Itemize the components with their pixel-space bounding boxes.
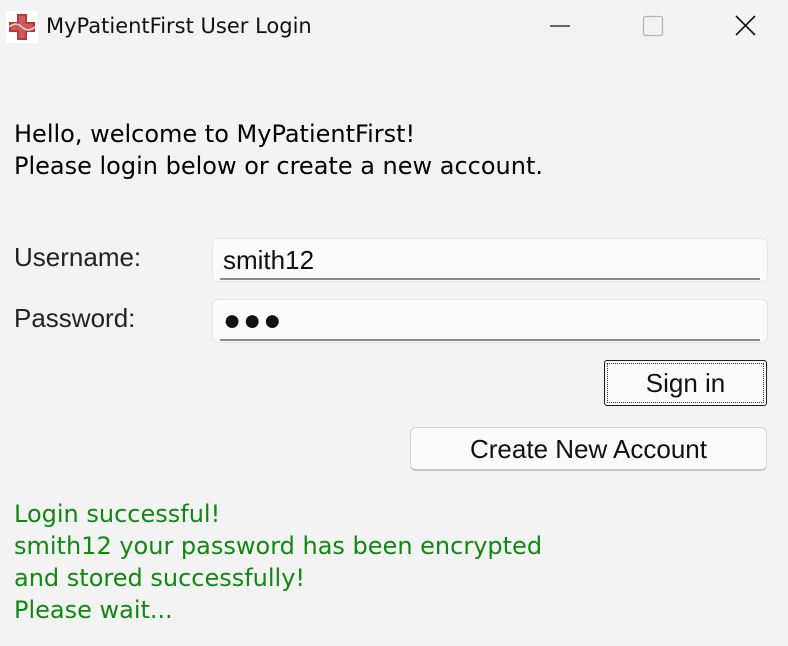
maximize-button[interactable] <box>624 0 682 52</box>
welcome-message: Hello, welcome to MyPatientFirst! Please… <box>14 118 543 182</box>
welcome-line-1: Hello, welcome to MyPatientFirst! <box>14 120 416 148</box>
username-field[interactable] <box>213 239 767 281</box>
status-line: Login successful! <box>14 500 221 528</box>
close-icon <box>735 15 756 36</box>
title-bar[interactable]: MyPatientFirst User Login <box>0 0 788 52</box>
password-label: Password: <box>14 303 136 333</box>
welcome-line-2: Please login below or create a new accou… <box>14 152 544 180</box>
window-title: MyPatientFirst User Login <box>46 14 312 38</box>
password-field[interactable] <box>213 300 767 342</box>
minimize-button[interactable] <box>530 0 588 52</box>
sign-in-button[interactable]: Sign in <box>604 360 767 406</box>
username-field-container[interactable] <box>212 238 768 282</box>
password-field-container[interactable] <box>212 299 768 343</box>
maximize-icon <box>642 15 664 37</box>
status-message: Login successful! smith12 your password … <box>14 498 542 626</box>
username-label: Username: <box>14 242 142 272</box>
medical-cross-icon <box>6 11 38 43</box>
close-button[interactable] <box>717 0 775 52</box>
status-line: and stored successfully! <box>14 564 306 592</box>
status-line: Please wait... <box>14 596 173 624</box>
create-account-button[interactable]: Create New Account <box>410 427 767 471</box>
minimize-icon <box>550 25 570 27</box>
status-line: smith12 your password has been encrypted <box>14 532 543 560</box>
